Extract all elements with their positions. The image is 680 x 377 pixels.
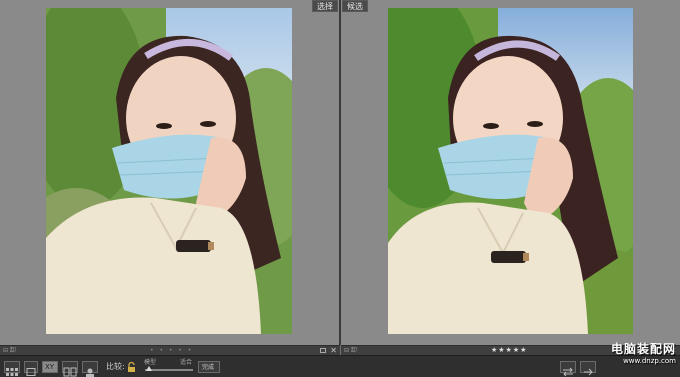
loupe-icon: [26, 368, 36, 376]
watermark-name: 电脑装配网: [610, 342, 676, 356]
bottom-toolbar: XY 比较: 模型 适合 完成: [0, 355, 680, 377]
expand-icon[interactable]: [320, 348, 326, 353]
compare-label: 比较:: [106, 362, 125, 371]
watermark-url: www.dnzp.com: [623, 357, 676, 365]
survey-view-button[interactable]: [62, 361, 78, 377]
zoom-slider-handle[interactable]: [146, 366, 152, 371]
zoom-max-label: 适合: [180, 359, 193, 366]
candidate-pane[interactable]: 候选: [341, 0, 680, 345]
compare-view-button[interactable]: XY: [42, 361, 58, 373]
select-photo[interactable]: [46, 8, 292, 334]
close-icon[interactable]: ✕: [330, 346, 337, 355]
lock-icon[interactable]: [127, 362, 136, 372]
watermark: 电脑装配网 www.dnzp.com: [611, 340, 676, 365]
done-button-label: 完成: [202, 364, 215, 371]
grid-view-button[interactable]: [4, 361, 20, 376]
select-tag: 选择: [312, 0, 338, 12]
select-info-strip: ⊟ 卸 • • • • • ✕: [0, 345, 340, 355]
portrait-image: [46, 8, 292, 334]
zoom-slider-track[interactable]: [145, 369, 193, 371]
survey-icon: [63, 367, 77, 377]
done-button[interactable]: 完成: [198, 361, 220, 373]
strip-label: ⊟ 卸: [3, 347, 16, 354]
people-icon: [86, 368, 94, 377]
make-select-icon: [584, 368, 593, 376]
rating-dots[interactable]: • • • • •: [150, 346, 193, 355]
portrait-image: [388, 8, 633, 334]
loupe-view-button[interactable]: [24, 361, 38, 376]
swap-button[interactable]: [560, 361, 576, 377]
select-pane[interactable]: 选择: [0, 0, 340, 345]
candidate-tag: 候选: [342, 0, 368, 12]
make-select-button[interactable]: [580, 361, 596, 376]
candidate-photo[interactable]: [388, 8, 633, 334]
grid-icon: [6, 368, 18, 376]
compare-view-label: XY: [45, 363, 55, 371]
zoom-min-label: 模型: [144, 359, 157, 366]
people-view-button[interactable]: [82, 361, 98, 377]
star-rating[interactable]: ★★★★★: [491, 346, 527, 355]
swap-icon: [563, 367, 573, 377]
strip-label: ⊟ 卸: [344, 347, 357, 354]
compare-window: 选择 候选 ⊟ 卸 • • • • • ✕ ⊟ 卸 ★★★★★ ✕ XY 比较:…: [0, 0, 680, 377]
